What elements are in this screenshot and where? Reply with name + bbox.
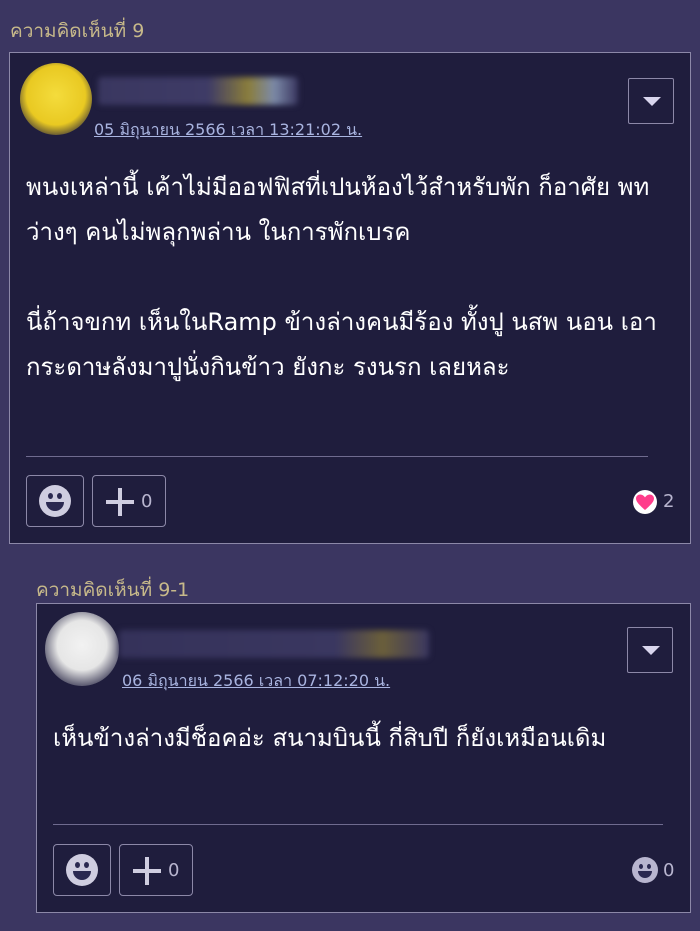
- plus-button[interactable]: 0: [92, 475, 166, 527]
- emotion-button[interactable]: [26, 475, 84, 527]
- plus-count: 0: [141, 491, 153, 512]
- smiley-icon[interactable]: [632, 857, 658, 883]
- divider: [53, 824, 663, 825]
- comment-paragraph: พนงเหล่านี้ เค้าไม่มีออฟฟิสที่เปนห้องไว้…: [26, 173, 650, 246]
- avatar[interactable]: [45, 612, 119, 686]
- comment-paragraph: เห็นข้างล่างมีช็อคอ่ะ สนามบินนี้ กี่สิบป…: [53, 724, 607, 752]
- chevron-down-icon: [643, 97, 661, 106]
- comment-body: พนงเหล่านี้ เค้าไม่มีออฟฟิสที่เปนห้องไว้…: [26, 165, 666, 390]
- smiley-icon: [39, 485, 71, 517]
- reaction-count: 2: [663, 491, 675, 512]
- chevron-down-icon: [642, 646, 660, 655]
- comment-body: เห็นข้างล่างมีช็อคอ่ะ สนามบินนี้ กี่สิบป…: [53, 716, 653, 761]
- comment-menu-button[interactable]: [628, 78, 674, 124]
- comment-menu-button[interactable]: [627, 627, 673, 673]
- plus-count: 0: [168, 860, 180, 881]
- comment-label: ความคิดเห็นที่ 9-1: [36, 579, 190, 601]
- reply-card: 06 มิถุนายน 2566 เวลา 07:12:20 น. เห็นข้…: [36, 603, 691, 913]
- avatar[interactable]: [20, 63, 92, 135]
- heart-icon[interactable]: [633, 490, 657, 514]
- divider: [26, 456, 648, 457]
- reaction-count: 0: [663, 860, 675, 881]
- username[interactable]: [119, 630, 429, 658]
- comment-paragraph: นี่ถ้าจขกท เห็นในRamp ข้างล่างคนมีร้อง ท…: [26, 308, 657, 381]
- plus-button[interactable]: 0: [119, 844, 193, 896]
- comment-date[interactable]: 06 มิถุนายน 2566 เวลา 07:12:20 น.: [122, 671, 390, 691]
- username[interactable]: [98, 77, 298, 105]
- emotion-button[interactable]: [53, 844, 111, 896]
- comment-label: ความคิดเห็นที่ 9: [10, 20, 145, 42]
- comment-card: 05 มิถุนายน 2566 เวลา 13:21:02 น. พนงเหล…: [9, 52, 691, 544]
- smiley-icon: [66, 854, 98, 886]
- comment-date[interactable]: 05 มิถุนายน 2566 เวลา 13:21:02 น.: [94, 120, 362, 140]
